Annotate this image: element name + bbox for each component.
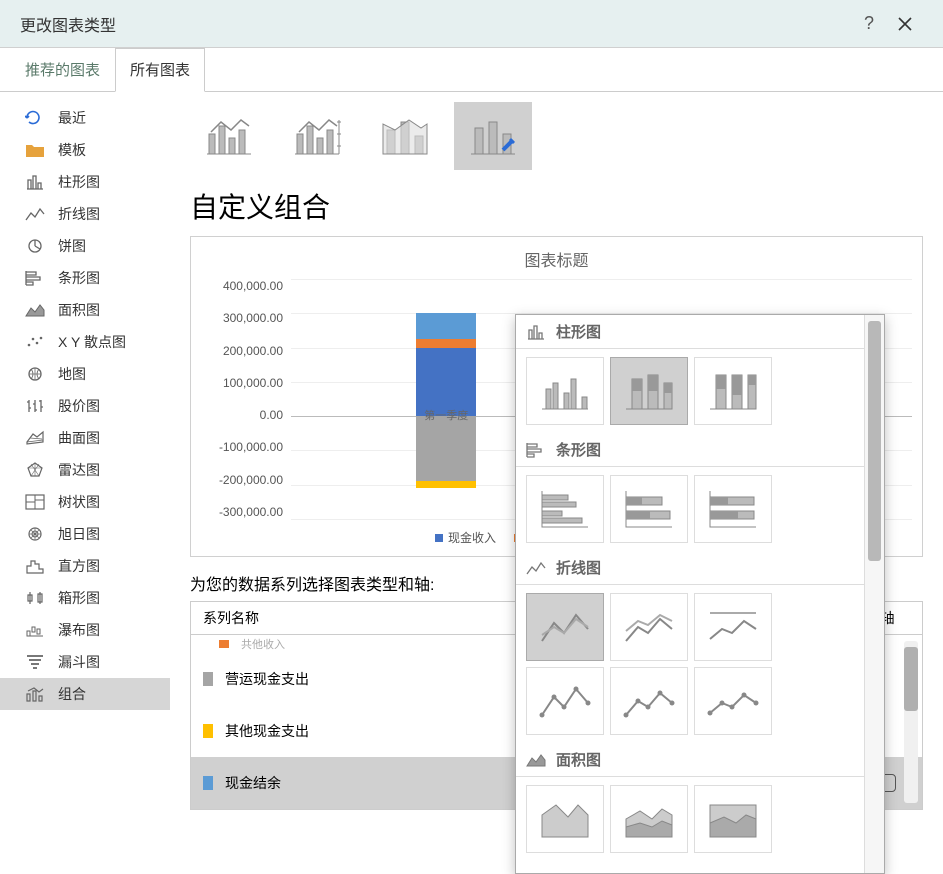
sidebar-label: 组合: [58, 684, 86, 704]
sidebar-label: 地图: [58, 364, 86, 384]
dropdown-scrollbar[interactable]: [864, 315, 884, 873]
funnel-icon: [24, 653, 46, 671]
help-button[interactable]: ?: [851, 6, 887, 42]
sidebar-item-scatter[interactable]: X Y 散点图: [0, 326, 170, 358]
sidebar-label: 柱形图: [58, 172, 100, 192]
map-icon: [24, 365, 46, 383]
series-scrollbar[interactable]: [904, 641, 918, 803]
line-chart-icon: [24, 205, 46, 223]
sidebar-item-column[interactable]: 柱形图: [0, 166, 170, 198]
sidebar-item-histogram[interactable]: 直方图: [0, 550, 170, 582]
folder-icon: [24, 141, 46, 159]
chart-title: 图表标题: [201, 247, 912, 271]
sidebar-label: 模板: [58, 140, 86, 160]
recent-icon: [24, 109, 46, 127]
scatter-chart-icon: [24, 333, 46, 351]
sidebar-item-combo[interactable]: 组合: [0, 678, 170, 710]
sidebar-label: 条形图: [58, 268, 100, 288]
sidebar-item-treemap[interactable]: 树状图: [0, 486, 170, 518]
dp-group-column: 柱形图: [516, 315, 864, 349]
bar-chart-icon: [24, 269, 46, 287]
opt-100-stacked-line-markers[interactable]: [694, 667, 772, 735]
sidebar-label: 折线图: [58, 204, 100, 224]
combo-subtype-custom[interactable]: [454, 102, 532, 170]
opt-line-markers[interactable]: [526, 667, 604, 735]
opt-stacked-line-markers[interactable]: [610, 667, 688, 735]
section-title: 自定义组合: [190, 186, 923, 226]
chart-y-axis: 400,000.00 300,000.00 200,000.00 100,000…: [201, 279, 291, 519]
stock-chart-icon: [24, 397, 46, 415]
sidebar-item-bar[interactable]: 条形图: [0, 262, 170, 294]
boxplot-icon: [24, 589, 46, 607]
pie-chart-icon: [24, 237, 46, 255]
sidebar-item-radar[interactable]: 雷达图: [0, 454, 170, 486]
tab-recommended[interactable]: 推荐的图表: [10, 48, 115, 91]
close-button[interactable]: [887, 6, 923, 42]
surface-chart-icon: [24, 429, 46, 447]
tab-all[interactable]: 所有图表: [115, 48, 205, 92]
histogram-icon: [24, 557, 46, 575]
sidebar-item-recent[interactable]: 最近: [0, 102, 170, 134]
opt-area[interactable]: [526, 785, 604, 853]
combo-subtype-1[interactable]: [190, 102, 268, 170]
sidebar-item-boxplot[interactable]: 箱形图: [0, 582, 170, 614]
sidebar-label: 饼图: [58, 236, 86, 256]
sidebar-label: X Y 散点图: [58, 332, 126, 352]
waterfall-icon: [24, 621, 46, 639]
radar-chart-icon: [24, 461, 46, 479]
sidebar-label: 最近: [58, 108, 86, 128]
sidebar-label: 雷达图: [58, 460, 100, 480]
sidebar-label: 树状图: [58, 492, 100, 512]
sunburst-icon: [24, 525, 46, 543]
chart-category-sidebar: 最近 模板 柱形图 折线图 饼图 条形图 面积图 X Y 散点图 地图 股价图 …: [0, 92, 170, 834]
opt-100-stacked-line[interactable]: [694, 593, 772, 661]
close-icon: [898, 17, 912, 31]
combo-subtype-2[interactable]: [278, 102, 356, 170]
dp-group-line: 折线图: [516, 551, 864, 585]
sidebar-item-map[interactable]: 地图: [0, 358, 170, 390]
sidebar-item-area[interactable]: 面积图: [0, 294, 170, 326]
opt-clustered-column[interactable]: [526, 357, 604, 425]
titlebar: 更改图表类型 ?: [0, 0, 943, 48]
sidebar-item-surface[interactable]: 曲面图: [0, 422, 170, 454]
sidebar-item-pie[interactable]: 饼图: [0, 230, 170, 262]
sidebar-item-stock[interactable]: 股价图: [0, 390, 170, 422]
opt-clustered-bar[interactable]: [526, 475, 604, 543]
sidebar-item-templates[interactable]: 模板: [0, 134, 170, 166]
sidebar-item-sunburst[interactable]: 旭日图: [0, 518, 170, 550]
opt-100-stacked-area[interactable]: [694, 785, 772, 853]
sidebar-label: 瀑布图: [58, 620, 100, 640]
treemap-icon: [24, 493, 46, 511]
sidebar-item-line[interactable]: 折线图: [0, 198, 170, 230]
sidebar-label: 直方图: [58, 556, 100, 576]
opt-stacked-line[interactable]: [610, 593, 688, 661]
opt-stacked-column[interactable]: [610, 357, 688, 425]
sidebar-label: 曲面图: [58, 428, 100, 448]
combo-subtype-row: [190, 102, 923, 170]
column-chart-icon: [24, 173, 46, 191]
opt-line[interactable]: [526, 593, 604, 661]
opt-stacked-bar[interactable]: [610, 475, 688, 543]
dialog-title: 更改图表类型: [20, 12, 851, 36]
area-chart-icon: [24, 301, 46, 319]
dp-group-bar: 条形图: [516, 433, 864, 467]
opt-100-stacked-bar[interactable]: [694, 475, 772, 543]
chart-type-dropdown-panel: 柱形图 条形图 折线图: [515, 314, 885, 874]
sidebar-label: 箱形图: [58, 588, 100, 608]
tab-bar: 推荐的图表 所有图表: [0, 48, 943, 92]
opt-stacked-area[interactable]: [610, 785, 688, 853]
combo-subtype-3[interactable]: [366, 102, 444, 170]
sidebar-item-waterfall[interactable]: 瀑布图: [0, 614, 170, 646]
combo-chart-icon: [24, 685, 46, 703]
bar-group-q1: 第一季度: [416, 279, 476, 519]
sidebar-label: 面积图: [58, 300, 100, 320]
sidebar-label: 漏斗图: [58, 652, 100, 672]
sidebar-label: 旭日图: [58, 524, 100, 544]
sidebar-label: 股价图: [58, 396, 100, 416]
sidebar-item-funnel[interactable]: 漏斗图: [0, 646, 170, 678]
col-series-name: 系列名称: [191, 602, 532, 634]
opt-100-stacked-column[interactable]: [694, 357, 772, 425]
dp-group-area: 面积图: [516, 743, 864, 777]
